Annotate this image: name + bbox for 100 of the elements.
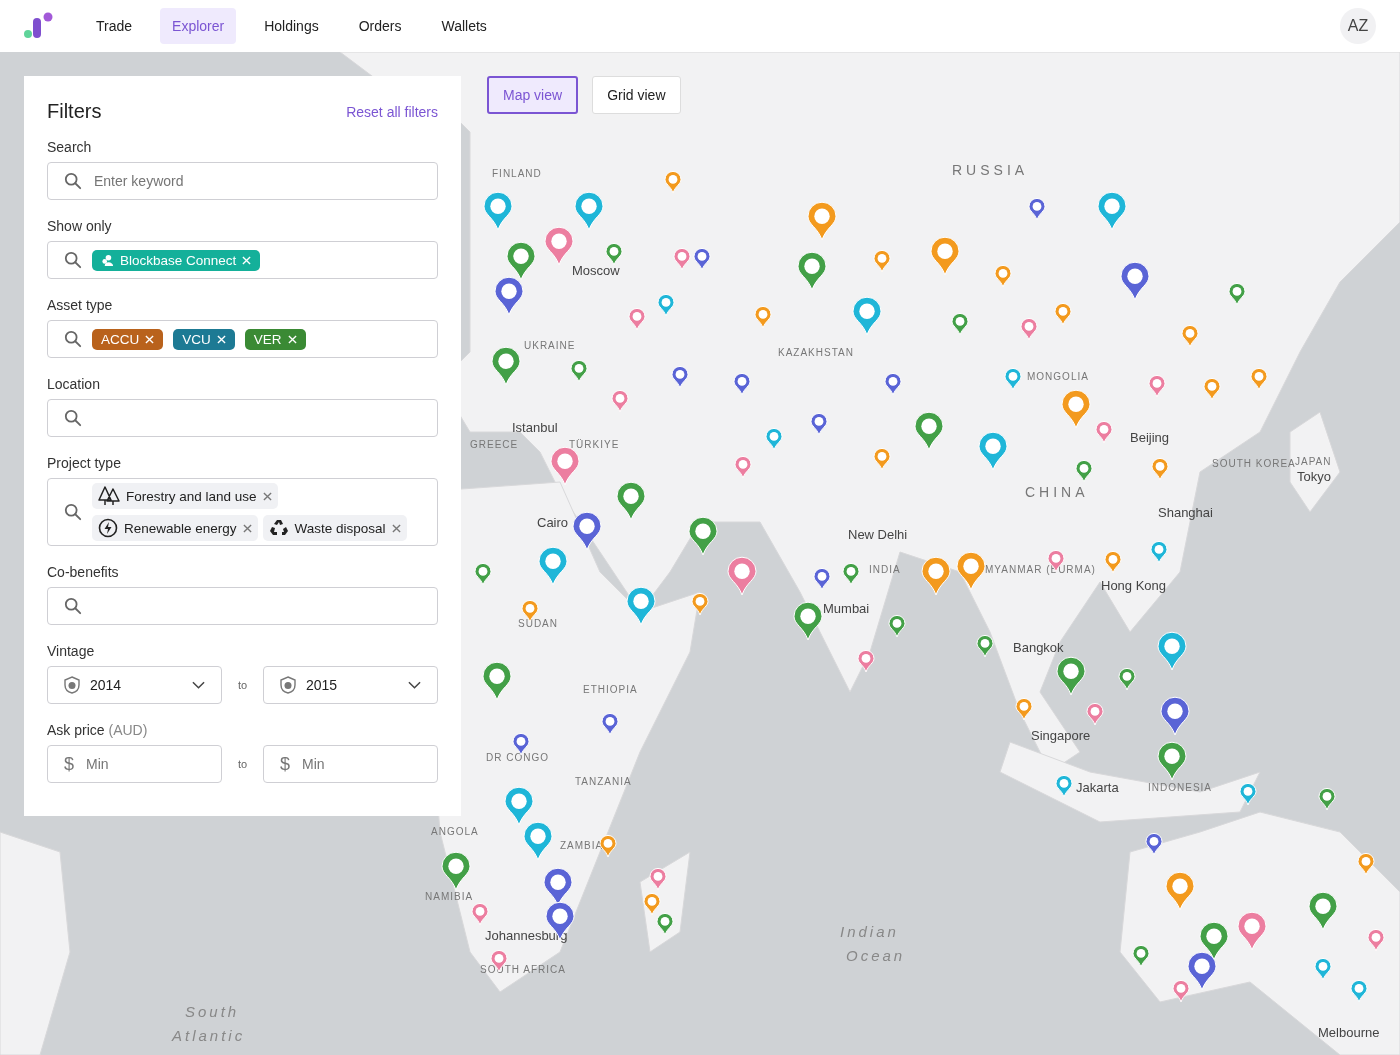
map-pin[interactable]: [628, 307, 646, 331]
map-pin[interactable]: [1237, 911, 1267, 951]
map-pin[interactable]: [491, 346, 521, 386]
map-pin[interactable]: [1150, 540, 1168, 564]
map-pin[interactable]: [951, 312, 969, 336]
map-pin[interactable]: [914, 411, 944, 451]
map-pin[interactable]: [810, 412, 828, 436]
map-pin[interactable]: [601, 712, 619, 736]
map-pin[interactable]: [482, 661, 512, 701]
map-pin[interactable]: [727, 556, 757, 596]
map-pin[interactable]: [1172, 979, 1190, 1003]
map-pin[interactable]: [1055, 774, 1073, 798]
map-pin[interactable]: [572, 511, 602, 551]
map-pin[interactable]: [765, 427, 783, 451]
map-pin[interactable]: [1160, 696, 1190, 736]
nav-tab[interactable]: Explorer: [160, 8, 237, 44]
filter-tag[interactable]: VER: [244, 328, 306, 350]
project-type-chip[interactable]: Forestry and land use: [92, 483, 278, 509]
nav-tab[interactable]: Orders: [346, 8, 414, 44]
map-pin[interactable]: [616, 481, 646, 521]
map-pin[interactable]: [1314, 957, 1332, 981]
search-field[interactable]: [47, 399, 438, 437]
map-pin[interactable]: [441, 851, 471, 891]
remove-icon[interactable]: [262, 491, 272, 501]
map-pin[interactable]: [1148, 374, 1166, 398]
map-pin[interactable]: [1028, 197, 1046, 221]
price-field[interactable]: $ Min: [263, 745, 438, 783]
map-pin[interactable]: [793, 601, 823, 641]
map-pin[interactable]: [544, 226, 574, 266]
view-toggle-button[interactable]: Grid view: [592, 76, 681, 114]
map-pin[interactable]: [734, 455, 752, 479]
remove-icon[interactable]: [242, 523, 252, 533]
map-pin[interactable]: [657, 293, 675, 317]
year-select[interactable]: 2014: [47, 666, 222, 704]
map-pin[interactable]: [1157, 631, 1187, 671]
map-pin[interactable]: [506, 241, 536, 281]
map-pin[interactable]: [857, 649, 875, 673]
year-select[interactable]: 2015: [263, 666, 438, 704]
map-pin[interactable]: [1086, 702, 1104, 726]
filter-tag[interactable]: ACCU: [92, 328, 164, 350]
map-pin[interactable]: [570, 359, 588, 383]
map-pin[interactable]: [852, 296, 882, 336]
map-pin[interactable]: [626, 586, 656, 626]
map-pin[interactable]: [550, 446, 580, 486]
view-toggle-button[interactable]: Map view: [487, 76, 579, 114]
map-pin[interactable]: [1004, 367, 1022, 391]
map-pin[interactable]: [1056, 656, 1086, 696]
reset-link[interactable]: Reset all filters: [346, 103, 438, 120]
map-pin[interactable]: [671, 365, 689, 389]
map-pin[interactable]: [978, 431, 1008, 471]
search-field[interactable]: Enter keyword: [47, 162, 438, 200]
map-pin[interactable]: [1120, 261, 1150, 301]
map-pin[interactable]: [888, 614, 906, 638]
price-field[interactable]: $ Min: [47, 745, 222, 783]
map-pin[interactable]: [1020, 317, 1038, 341]
map-pin[interactable]: [673, 247, 691, 271]
map-pin[interactable]: [1350, 979, 1368, 1003]
map-pin[interactable]: [1097, 191, 1127, 231]
map-pin[interactable]: [649, 867, 667, 891]
map-pin[interactable]: [656, 912, 674, 936]
map-pin[interactable]: [688, 516, 718, 556]
map-pin[interactable]: [538, 546, 568, 586]
map-pin[interactable]: [494, 276, 524, 316]
project-type-chip[interactable]: Waste disposal: [262, 515, 407, 541]
map-pin[interactable]: [471, 902, 489, 926]
map-pin[interactable]: [611, 389, 629, 413]
search-field[interactable]: [47, 587, 438, 625]
avatar[interactable]: AZ: [1340, 8, 1376, 44]
map-pin[interactable]: [1157, 741, 1187, 781]
map-pin[interactable]: [574, 191, 604, 231]
map-pin[interactable]: [1308, 891, 1338, 931]
map-pin[interactable]: [797, 251, 827, 291]
map-pin[interactable]: [483, 191, 513, 231]
map-pin[interactable]: [842, 562, 860, 586]
nav-tab[interactable]: Holdings: [252, 8, 331, 44]
map-pin[interactable]: [504, 786, 534, 826]
map-pin[interactable]: [693, 247, 711, 271]
map-pin[interactable]: [733, 372, 751, 396]
map-pin[interactable]: [1187, 951, 1217, 991]
map-pin[interactable]: [1132, 944, 1150, 968]
tag-field[interactable]: Forestry and land use Renewable energy Waste disposal: [47, 478, 438, 546]
map-pin[interactable]: [1239, 782, 1257, 806]
map-pin[interactable]: [474, 562, 492, 586]
map-pin[interactable]: [1367, 928, 1385, 952]
map-pin[interactable]: [1145, 832, 1163, 856]
map-pin[interactable]: [523, 821, 553, 861]
nav-tab[interactable]: Trade: [84, 8, 145, 44]
map-pin[interactable]: [1228, 282, 1246, 306]
map-pin[interactable]: [1318, 787, 1336, 811]
map-pin[interactable]: [813, 567, 831, 591]
map-pin[interactable]: [605, 242, 623, 266]
map-pin[interactable]: [884, 372, 902, 396]
map-pin[interactable]: [1118, 667, 1136, 691]
map-pin[interactable]: [1095, 420, 1113, 444]
map-pin[interactable]: [1075, 459, 1093, 483]
tag-field[interactable]: ACCU VCU VER: [47, 320, 438, 358]
project-type-chip[interactable]: Renewable energy: [92, 515, 258, 541]
nav-tab[interactable]: Wallets: [429, 8, 499, 44]
map-pin[interactable]: [976, 634, 994, 658]
remove-icon[interactable]: [391, 523, 401, 533]
